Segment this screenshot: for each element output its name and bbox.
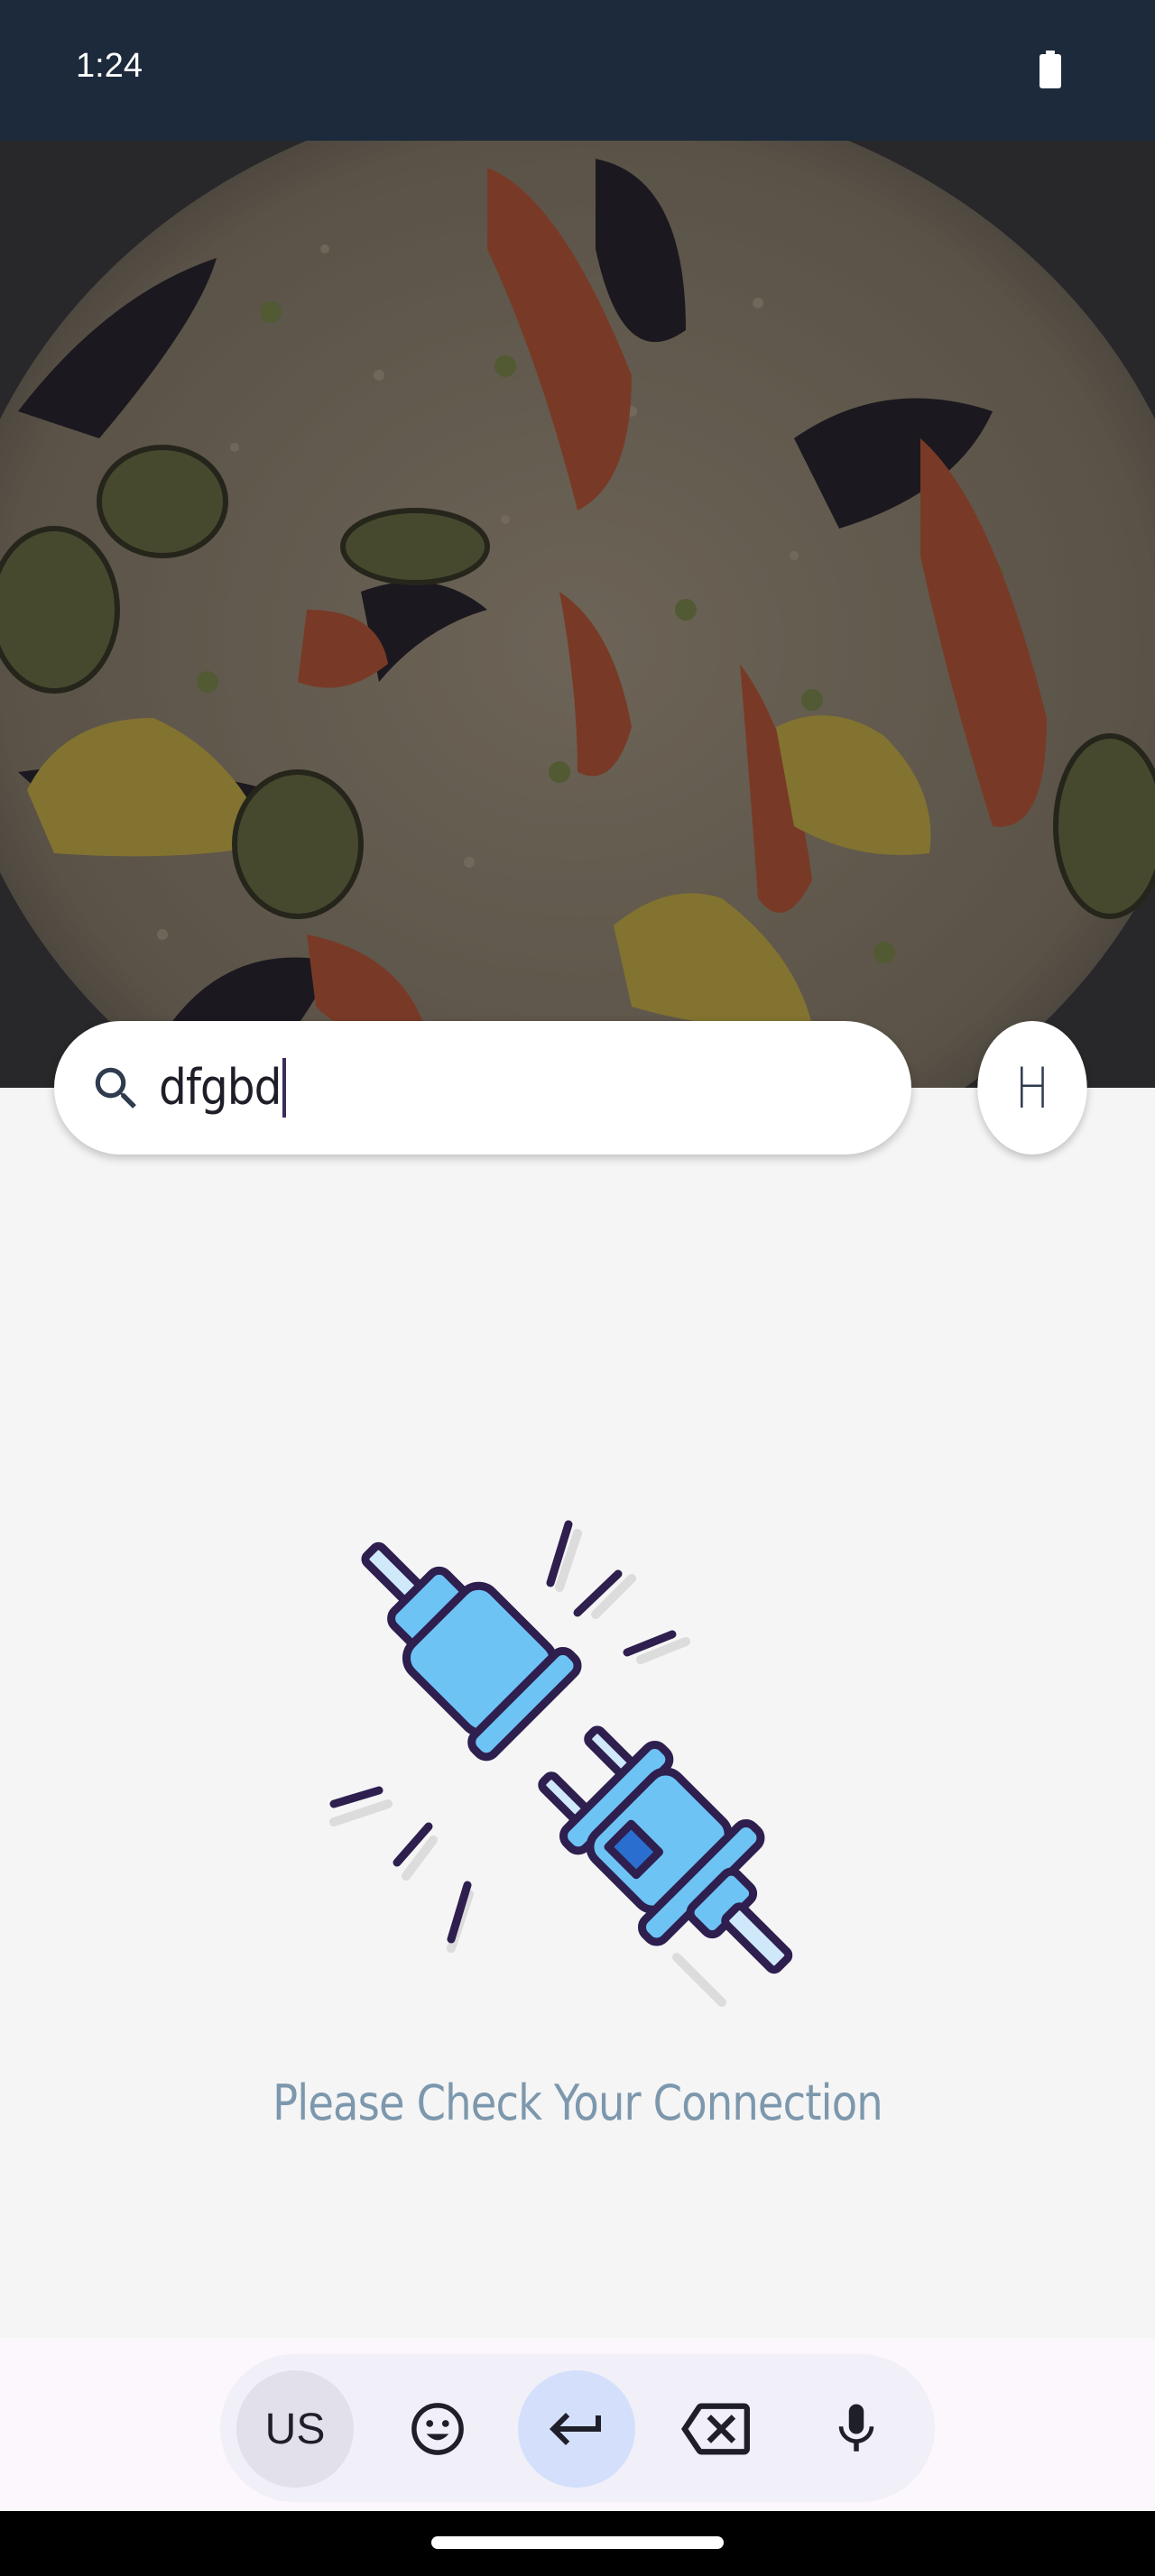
search-icon [95, 1067, 136, 1109]
keyboard-toolbar: US [0, 2338, 1155, 2511]
keyboard-key-group: US [220, 2354, 935, 2502]
enter-arrow-icon [550, 2413, 601, 2445]
backspace-icon [681, 2403, 750, 2455]
battery-icon [1040, 51, 1061, 88]
connection-error-message: Please Check Your Connection [273, 2075, 883, 2131]
navigation-bar [0, 2511, 1155, 2576]
hero-food-image [0, 141, 1155, 1088]
microphone-icon [838, 2404, 874, 2452]
search-query-text: dfgbd [159, 1059, 282, 1116]
profile-avatar-button[interactable]: H [977, 1021, 1087, 1155]
search-bar[interactable]: dfgbd [54, 1021, 911, 1155]
emoji-key[interactable] [379, 2370, 496, 2488]
disconnected-plug-icon [329, 1520, 793, 2007]
enter-key[interactable] [518, 2370, 635, 2488]
search-input[interactable]: dfgbd [159, 1053, 287, 1122]
voice-input-key[interactable] [798, 2370, 915, 2488]
status-time: 1:24 [76, 47, 143, 85]
text-caret [282, 1058, 287, 1118]
backspace-key[interactable] [657, 2370, 774, 2488]
emoji-icon [411, 2403, 464, 2455]
home-gesture-handle[interactable] [431, 2536, 724, 2549]
status-bar: 1:24 [0, 0, 1155, 141]
language-switch-key[interactable]: US [236, 2370, 354, 2488]
